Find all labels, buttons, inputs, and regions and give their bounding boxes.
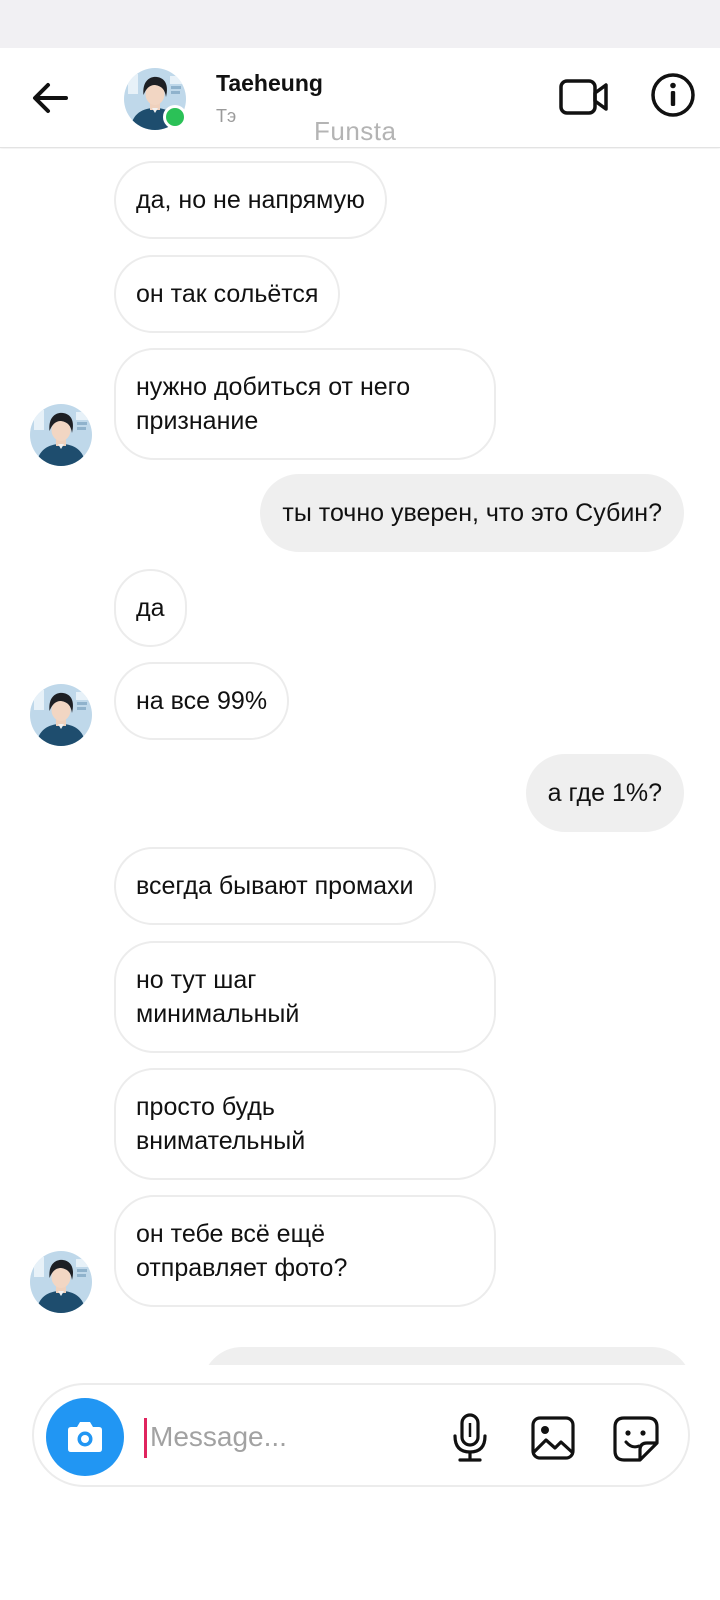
camera-icon — [68, 1422, 102, 1452]
message-incoming[interactable]: просто будь внимательный — [114, 1068, 496, 1180]
message-thread[interactable]: да, но не напрямую он так сольётся нужно… — [0, 149, 720, 1365]
video-camera-icon — [559, 79, 608, 115]
message-outgoing-partial[interactable] — [202, 1347, 692, 1365]
sticker-button[interactable] — [612, 1415, 660, 1463]
app-watermark: Funsta — [314, 116, 397, 146]
microphone-icon — [453, 1413, 487, 1462]
gallery-button[interactable] — [530, 1415, 576, 1461]
message-incoming[interactable]: да — [114, 569, 187, 647]
status-bar — [0, 0, 720, 48]
video-call-button[interactable] — [558, 72, 610, 122]
sender-avatar[interactable] — [30, 404, 92, 466]
contact-name[interactable]: Taeheung — [216, 70, 323, 97]
message-incoming[interactable]: он тебе всё ещё отправляет фото? — [114, 1195, 496, 1307]
contact-username: Тэ — [216, 106, 237, 126]
sticker-icon — [613, 1416, 659, 1462]
sender-avatar[interactable] — [30, 1251, 92, 1313]
image-icon — [531, 1416, 575, 1460]
message-outgoing[interactable]: ты точно уверен, что это Субин? — [260, 474, 684, 552]
conversation-info-button[interactable] — [648, 70, 698, 120]
sender-avatar[interactable] — [30, 684, 92, 746]
camera-button[interactable] — [46, 1398, 124, 1476]
chat-header: Taeheung Тэ Funsta — [0, 48, 720, 148]
back-button[interactable] — [28, 78, 72, 118]
message-incoming[interactable]: нужно добиться от него признание — [114, 348, 496, 460]
text-cursor — [144, 1418, 147, 1458]
message-incoming[interactable]: он так сольётся — [114, 255, 341, 333]
message-incoming[interactable]: но тут шаг минимальный — [114, 941, 496, 1053]
voice-message-button[interactable] — [448, 1412, 492, 1464]
message-input[interactable] — [150, 1411, 430, 1463]
message-incoming[interactable]: всегда бывают промахи — [114, 847, 436, 925]
online-status-dot — [163, 105, 187, 129]
info-icon — [651, 73, 695, 117]
arrow-left-icon — [33, 83, 68, 113]
message-incoming[interactable]: да, но не напрямую — [114, 161, 387, 239]
message-outgoing[interactable]: а где 1%? — [525, 754, 684, 832]
message-composer — [32, 1383, 690, 1487]
message-incoming[interactable]: на все 99% — [114, 662, 290, 740]
